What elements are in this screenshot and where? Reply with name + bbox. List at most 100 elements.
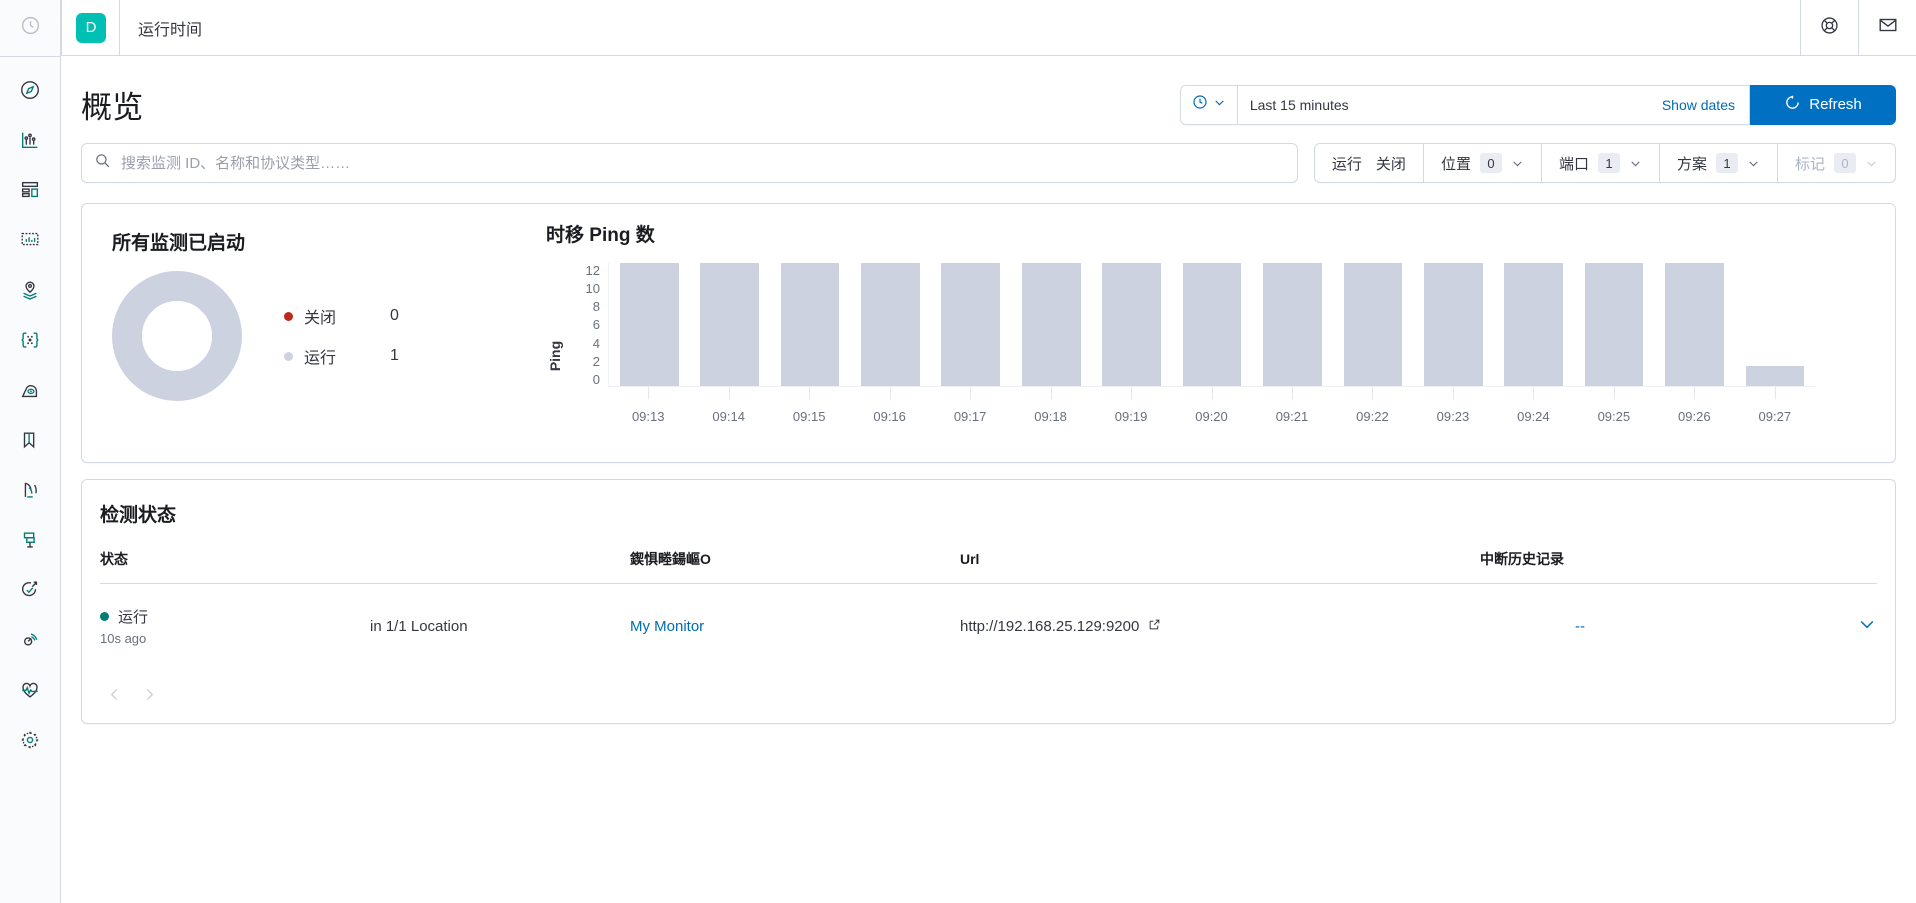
sidebar-item-metrics[interactable] [8,465,52,515]
y-tick-label: 0 [592,371,600,387]
news-button[interactable] [1859,0,1916,55]
bar-column[interactable] [1172,263,1252,387]
url-wrap[interactable]: http://192.168.25.129:9200 [960,618,1480,635]
table-row[interactable]: 运行 10s ago in 1/1 Location My Monitor ht… [100,584,1877,669]
sidebar-item-apm[interactable] [8,565,52,615]
bar[interactable] [941,263,1001,387]
sidebar-item-dashboard[interactable] [8,165,52,215]
bar[interactable] [1745,366,1805,387]
bar[interactable] [1665,263,1724,387]
bar[interactable] [861,263,920,387]
x-tick-mark [1372,387,1374,399]
plot-area [608,263,1815,387]
breadcrumb[interactable]: 运行时间 [120,16,220,40]
bar[interactable] [619,263,679,387]
pagination-prev-button[interactable] [106,686,123,703]
x-tick: 09:17 [930,387,1010,435]
status-text: 运行 [118,609,149,626]
bar[interactable] [1021,263,1081,387]
filter-location[interactable]: 位置 0 [1424,144,1542,182]
bar-column[interactable] [931,263,1011,387]
monitor-table: 状态 鍥惧畻鍚嶇О Url 中断历史记录 运行 10s ago in 1/1 L… [100,549,1877,668]
sidebar [0,0,61,903]
monitor-name-link[interactable]: My Monitor [630,618,704,635]
sidebar-item-analytics[interactable] [8,115,52,165]
y-tick-label: 8 [592,299,600,315]
bar[interactable] [1423,263,1483,387]
cell-location: in 1/1 Location [370,617,468,635]
pagination-next-button[interactable] [141,686,158,703]
bar-column[interactable] [1493,263,1573,387]
help-button[interactable] [1801,0,1858,55]
date-range-value[interactable]: Last 15 minutes [1238,86,1662,124]
search-box[interactable] [81,143,1298,183]
bar[interactable] [1263,263,1322,387]
sidebar-item-management[interactable] [8,715,52,765]
x-tick: 09:25 [1574,387,1654,435]
chevron-down-icon [1865,157,1878,170]
show-dates-button[interactable]: Show dates [1662,97,1749,113]
bar-column[interactable] [1413,263,1493,387]
bar[interactable] [700,263,759,387]
legend-dot-up [284,351,293,361]
bar-column[interactable] [609,263,689,387]
status-timestamp: 10s ago [100,631,147,646]
bar[interactable] [1102,263,1161,387]
bar[interactable] [1182,263,1242,387]
filter-status-down[interactable]: 关闭 [1376,153,1406,174]
sidebar-item-heartbeat[interactable] [8,665,52,715]
bar-column[interactable] [1011,263,1091,387]
filter-bar: 运行 关闭 位置 0 端口 1 [81,143,1896,183]
x-tick-mark [648,387,650,399]
sidebar-item-uptime[interactable] [8,515,52,565]
expand-row-button[interactable] [1680,614,1877,638]
bar-column[interactable] [1091,263,1171,387]
x-tick-mark [1131,387,1133,399]
bar[interactable] [1584,263,1644,387]
sidebar-item-canvas[interactable] [8,215,52,265]
filter-tags-label: 标记 [1794,155,1825,173]
sidebar-item-user-experience[interactable] [8,365,52,415]
sidebar-item-dev-tools[interactable] [8,615,52,665]
apm-icon [19,579,41,601]
bar-column[interactable] [1654,263,1734,387]
sidebar-item-maps[interactable] [8,265,52,315]
y-tick-label: 6 [592,317,600,333]
space-avatar: D [76,12,106,43]
downtime-history-value: -- [1575,617,1585,635]
dashboard-icon [19,179,41,201]
bar-column[interactable] [1252,263,1332,387]
search-input[interactable] [121,154,1285,172]
monitor-list-panel: 检测状态 状态 鍥惧畻鍚嶇О Url 中断历史记录 运行 10s ago in … [81,479,1896,724]
donut-chart [112,271,242,401]
bar-column[interactable] [1735,263,1815,387]
x-tick: 09:15 [769,387,849,435]
filter-status-up[interactable]: 运行 [1332,153,1362,174]
refresh-button[interactable]: Refresh [1750,84,1896,125]
bar-column[interactable] [1574,263,1654,387]
sidebar-item-logs[interactable] [8,415,52,465]
bar-column[interactable] [1333,263,1413,387]
bar[interactable] [1504,263,1564,387]
legend-item-down: 关闭 0 [284,296,399,336]
bar-column[interactable] [689,263,769,387]
x-tick-label: 09:25 [1597,409,1631,424]
legend-label-down: 关闭 [304,310,337,327]
logo-wrap[interactable]: D [62,0,119,55]
bar[interactable] [780,263,840,387]
bar-column[interactable] [770,263,850,387]
sidebar-recent[interactable] [0,0,60,56]
topbar: D 运行时间 [61,0,1916,56]
sidebar-item-discover[interactable] [8,65,52,115]
filter-port[interactable]: 端口 1 [1542,144,1660,182]
filter-scheme[interactable]: 方案 1 [1660,144,1778,182]
chevron-down-icon [1213,96,1226,114]
sidebar-item-machine-learning[interactable] [8,315,52,365]
legend-value-down: 0 [390,307,399,324]
x-tick-label: 09:20 [1195,409,1228,424]
bar[interactable] [1343,263,1403,387]
filter-status[interactable]: 运行 关闭 [1315,144,1424,182]
pagination [100,668,1877,707]
bar-column[interactable] [850,263,930,387]
quick-select-button[interactable] [1181,85,1238,124]
